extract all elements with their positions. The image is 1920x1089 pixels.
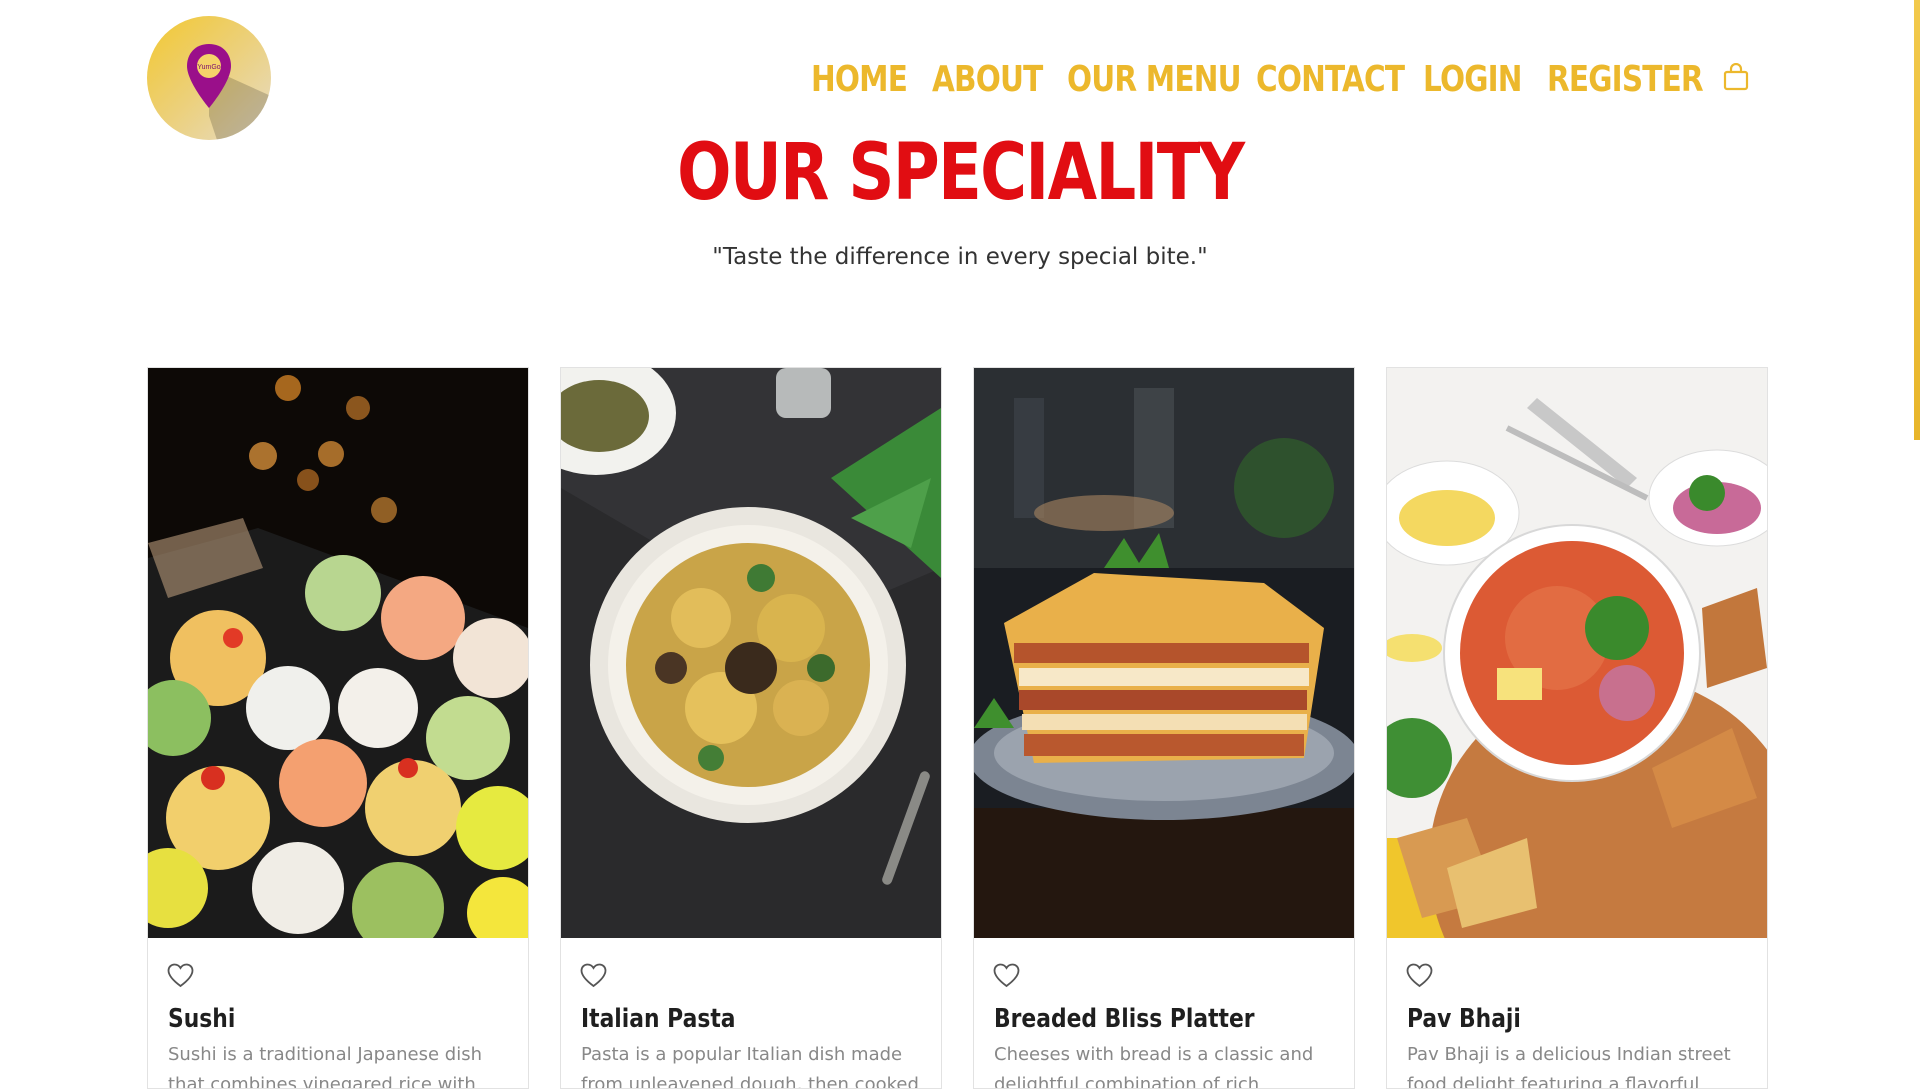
nav-about[interactable]: ABOUT (932, 55, 1043, 105)
nav-login[interactable]: LOGIN (1423, 55, 1523, 105)
menu-card-italian-pasta[interactable]: Italian Pasta Pasta is a popular Italian… (560, 367, 942, 1089)
shopping-bag-icon[interactable] (1723, 63, 1749, 91)
nav-contact[interactable]: CONTACT (1256, 55, 1405, 105)
menu-card-breaded-bliss-platter[interactable]: Breaded Bliss Platter Cheeses with bread… (973, 367, 1355, 1089)
page-title: OUR SPECIALITY (0, 128, 1920, 218)
page-title-text: OUR SPECIALITY (676, 128, 1245, 218)
card-title: Sushi (168, 1004, 236, 1034)
section-tagline: "Taste the difference in every special b… (712, 244, 1208, 270)
card-description: Pasta is a popular Italian dish made fro… (581, 1044, 919, 1089)
nav-our-menu[interactable]: OUR MENU (1067, 55, 1242, 105)
logo-text: YumGo (197, 64, 220, 71)
menu-card-sushi[interactable]: Sushi Sushi is a traditional Japanese di… (147, 367, 529, 1089)
nav-home[interactable]: HOME (811, 55, 908, 105)
card-title: Pav Bhaji (1407, 1004, 1521, 1034)
card-description: Sushi is a traditional Japanese dish tha… (168, 1044, 483, 1089)
lasagna-image (974, 368, 1354, 938)
scrollbar-thumb[interactable] (1914, 0, 1920, 440)
heart-icon[interactable] (1406, 963, 1433, 988)
heart-icon[interactable] (580, 963, 607, 988)
sushi-image (148, 368, 528, 938)
card-title: Breaded Bliss Platter (994, 1004, 1255, 1034)
pasta-image (561, 368, 941, 938)
card-description: Pav Bhaji is a delicious Indian street f… (1407, 1044, 1731, 1089)
heart-icon[interactable] (167, 963, 194, 988)
card-description: Cheeses with bread is a classic and deli… (994, 1044, 1314, 1089)
brand-logo[interactable]: YumGo (147, 16, 271, 140)
heart-icon[interactable] (993, 963, 1020, 988)
pav-bhaji-image (1387, 368, 1767, 938)
menu-card-pav-bhaji[interactable]: Pav Bhaji Pav Bhaji is a delicious India… (1386, 367, 1768, 1089)
card-title: Italian Pasta (581, 1004, 736, 1034)
nav-register[interactable]: REGISTER (1547, 55, 1704, 105)
